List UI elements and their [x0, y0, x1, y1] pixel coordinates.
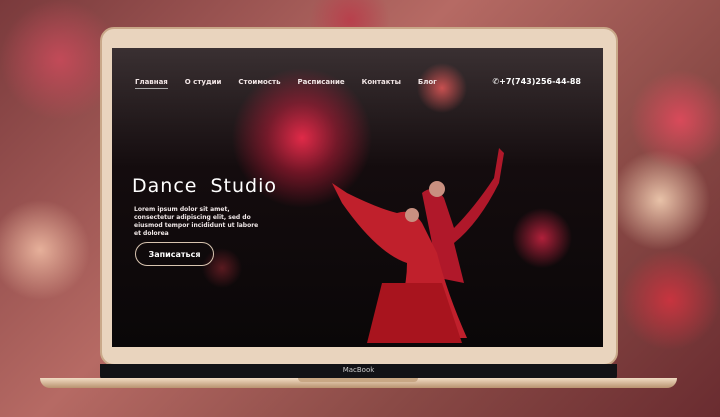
nav-contacts[interactable]: Контакты: [362, 78, 401, 89]
nav-blog[interactable]: Блог: [418, 78, 437, 89]
hero-text: Lorem ipsum dolor sit amet, consectetur …: [134, 206, 259, 237]
nav-schedule[interactable]: Расписание: [298, 78, 345, 89]
phone-number: +7(743)256-44-88: [499, 77, 581, 86]
website-screen: Главная О студии Стоимость Расписание Ко…: [112, 48, 603, 347]
phone-link[interactable]: ✆+7(743)256-44-88: [492, 77, 581, 86]
main-nav: Главная О студии Стоимость Расписание Ко…: [135, 78, 437, 89]
signup-button[interactable]: Записаться: [135, 242, 214, 266]
laptop-base: MacBook: [40, 364, 677, 390]
nav-pricing[interactable]: Стоимость: [238, 78, 280, 89]
nav-home[interactable]: Главная: [135, 78, 168, 89]
nav-about[interactable]: О студии: [185, 78, 222, 89]
laptop-label: MacBook: [342, 366, 375, 374]
hero-title: Dance Studio: [132, 175, 278, 197]
dancers-image: [332, 148, 504, 343]
